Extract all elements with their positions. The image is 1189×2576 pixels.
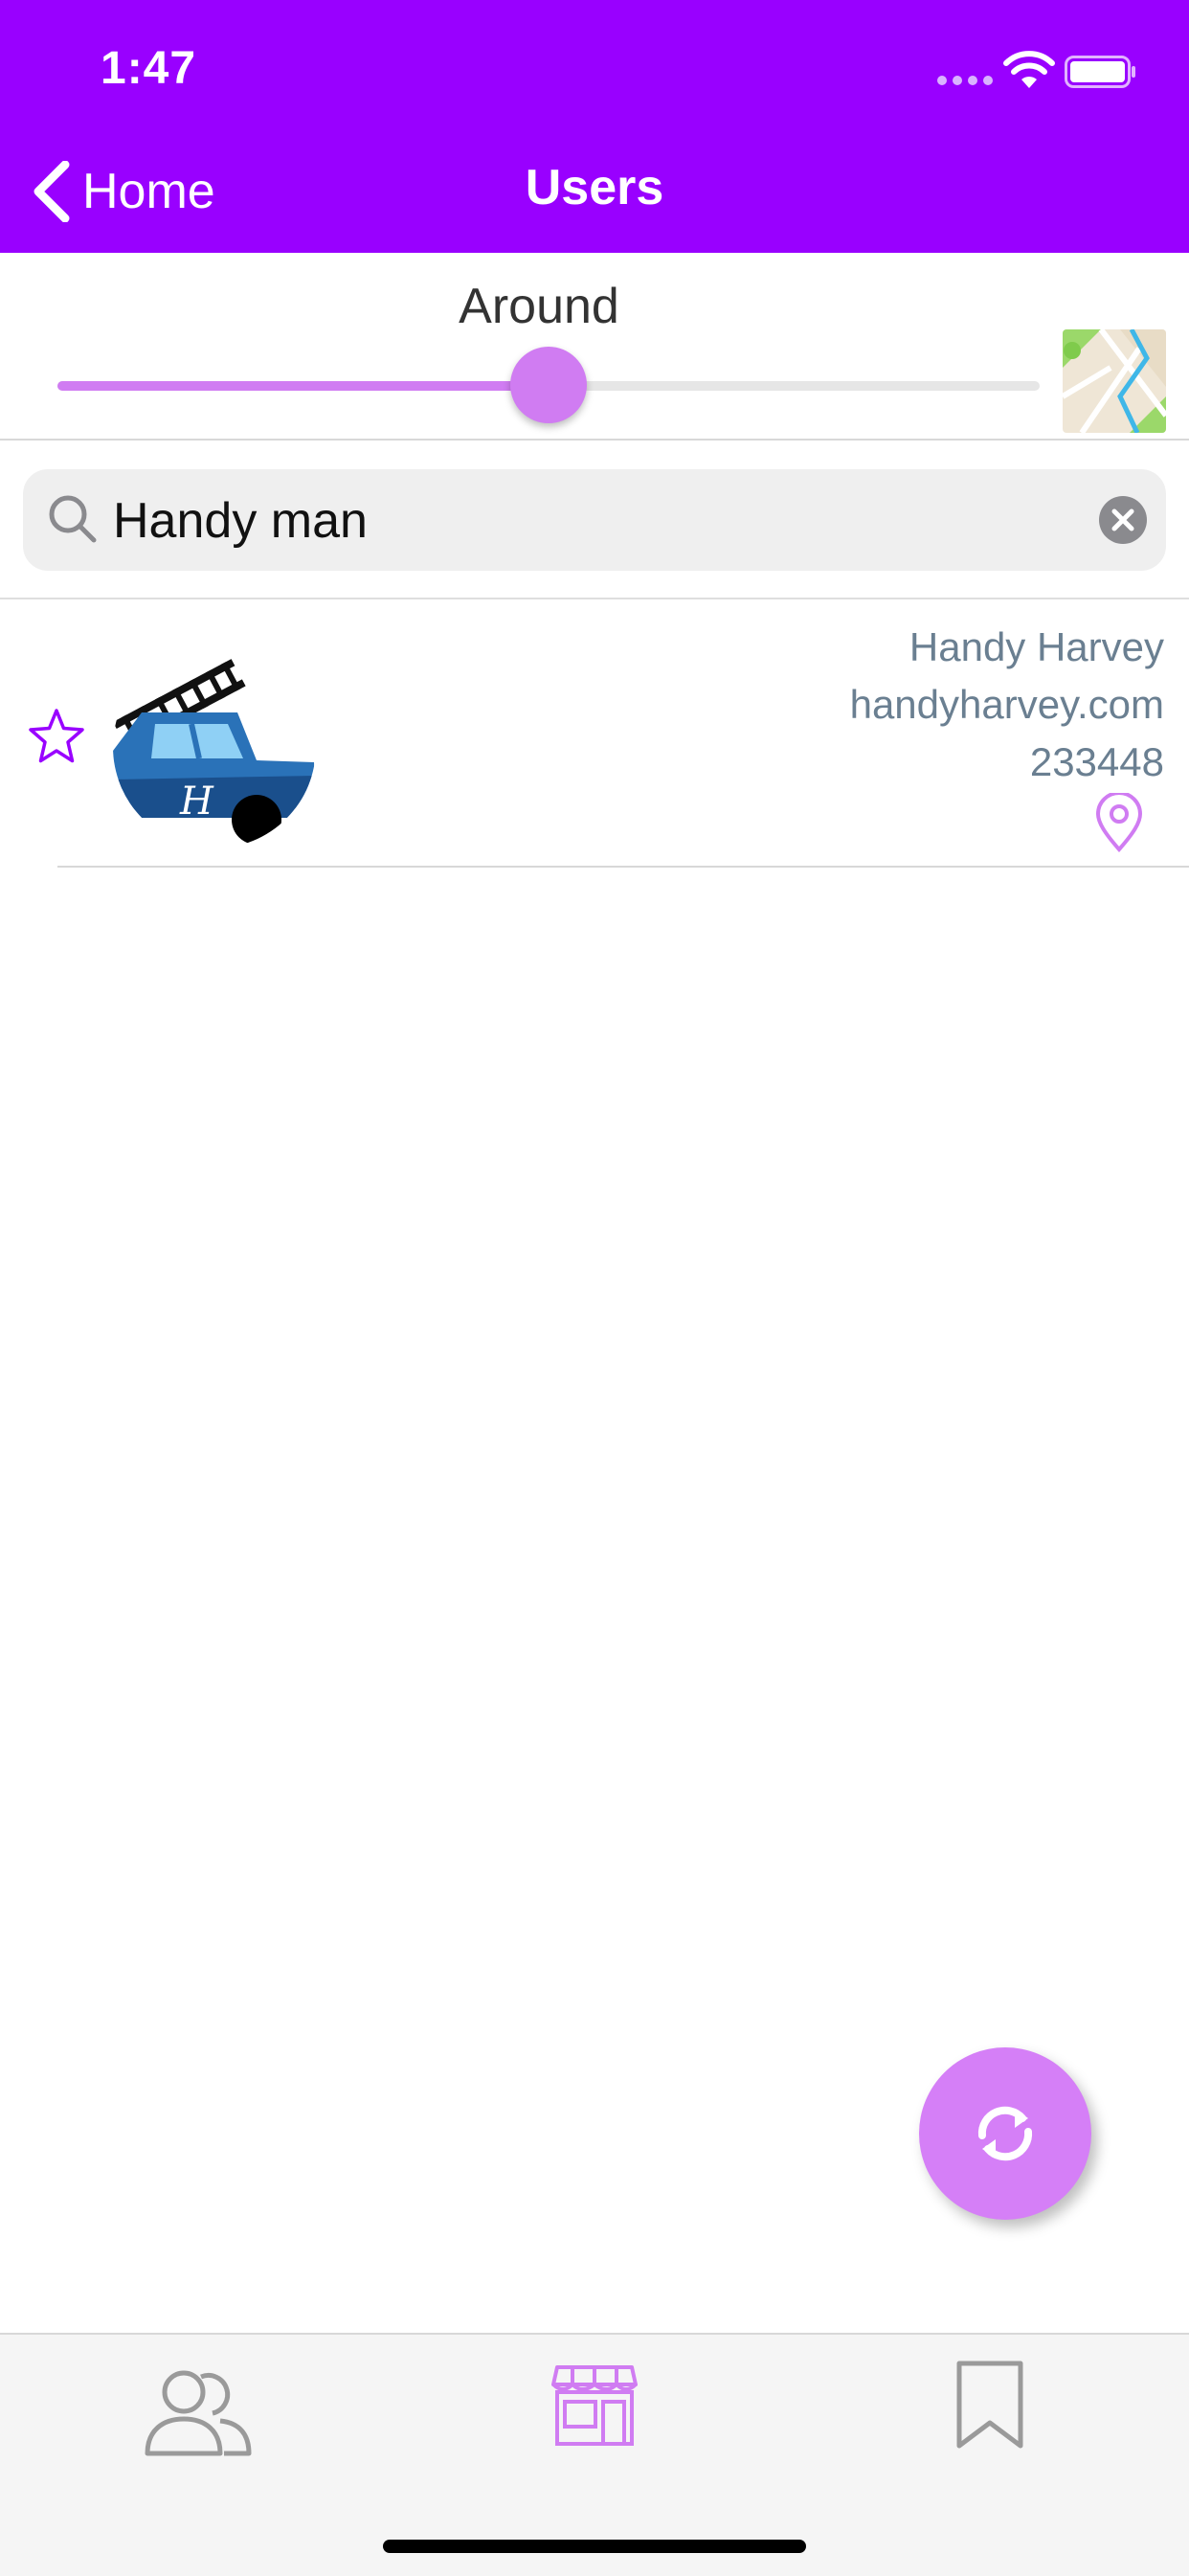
search-input[interactable] — [111, 486, 1053, 555]
storefront-icon[interactable] — [550, 2363, 639, 2446]
range-slider[interactable] — [57, 347, 1040, 423]
page-title: Users — [525, 160, 664, 215]
slider-fill — [57, 381, 549, 391]
list-item[interactable]: H Handy Harvey handyharvey.com 233448 — [0, 599, 1189, 866]
result-code: 233448 — [1029, 739, 1164, 784]
range-label: Around — [459, 279, 619, 334]
home-indicator — [383, 2540, 806, 2553]
clear-circle-icon[interactable] — [1099, 496, 1147, 544]
star-outline-icon[interactable] — [27, 707, 86, 766]
section-divider — [0, 439, 1189, 441]
status-time: 1:47 — [101, 43, 197, 94]
row-divider — [57, 866, 1189, 868]
cellular-signal-icon — [937, 76, 993, 85]
slider-thumb[interactable] — [510, 347, 587, 423]
map-icon[interactable] — [1063, 329, 1166, 433]
result-website[interactable]: handyharvey.com — [850, 682, 1164, 728]
result-name: Handy Harvey — [909, 624, 1164, 669]
refresh-icon — [977, 2106, 1033, 2161]
bookmark-icon[interactable] — [953, 2360, 1026, 2450]
tab-bar — [0, 2333, 1189, 2576]
refresh-button[interactable] — [919, 2047, 1091, 2220]
users-icon[interactable] — [142, 2363, 255, 2459]
search-bar[interactable] — [23, 469, 1166, 571]
svg-text:H: H — [179, 780, 214, 824]
battery-icon — [1065, 56, 1135, 88]
search-icon — [49, 495, 97, 543]
map-pin-icon[interactable] — [1093, 793, 1145, 852]
nav-header: 1:47 Home Users — [0, 0, 1189, 253]
avatar: H — [113, 645, 316, 848]
wifi-icon — [1003, 51, 1055, 88]
